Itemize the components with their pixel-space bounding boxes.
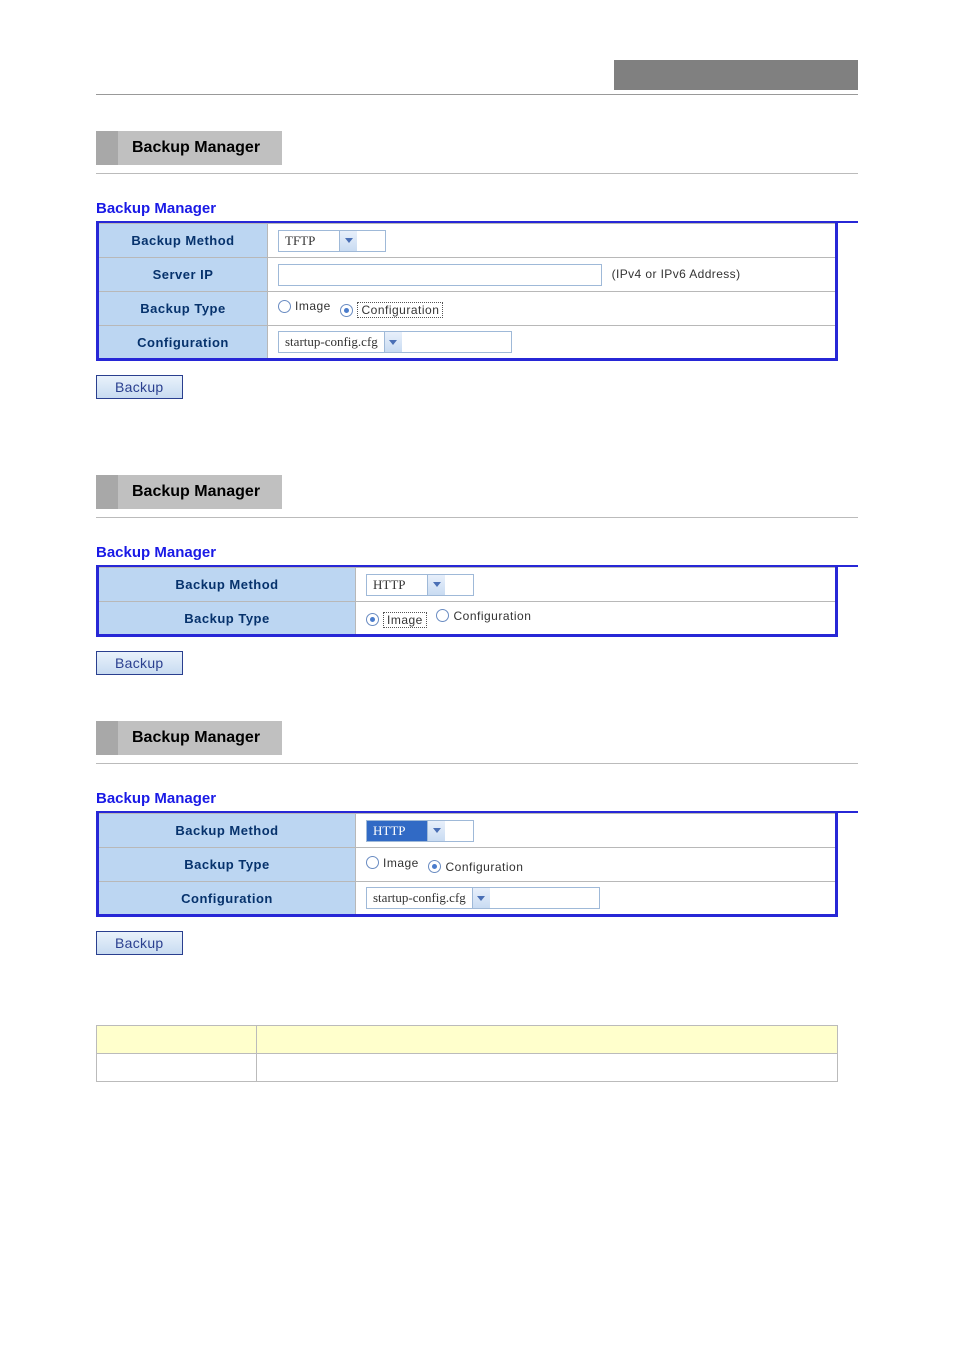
backup-method-select[interactable]: HTTP [366, 820, 474, 842]
radio-image[interactable]: Image [366, 856, 419, 870]
radio-unchecked-icon [278, 300, 291, 313]
radio-configuration[interactable]: Configuration [428, 860, 523, 874]
section-title: Backup Manager [96, 544, 858, 561]
panel-tab: Backup Manager [96, 475, 282, 509]
panel-divider [96, 517, 858, 518]
spec-body-cell [97, 1054, 257, 1082]
server-ip-input[interactable] [278, 264, 602, 286]
radio-image[interactable]: Image [278, 299, 331, 313]
chevron-down-icon[interactable] [427, 575, 445, 595]
radio-image-label: Image [383, 856, 419, 870]
backup-method-value: HTTP [367, 821, 427, 841]
spec-header-cell [97, 1026, 257, 1054]
label-configuration: Configuration [98, 326, 268, 360]
label-backup-method: Backup Method [98, 568, 356, 602]
panel-divider [96, 763, 858, 764]
backup-form-table: Backup Method TFTP Server IP (IPv4 or IP… [96, 223, 838, 361]
backup-manager-panel-http-image: Backup Manager Backup Manager Backup Met… [96, 469, 858, 675]
backup-method-value: HTTP [367, 575, 427, 595]
backup-manager-panel-tftp: Backup Manager Backup Manager Backup Met… [96, 125, 858, 399]
radio-checked-icon [340, 304, 353, 317]
radio-image-label: Image [295, 299, 331, 313]
panel-divider [96, 173, 858, 174]
radio-unchecked-icon [436, 609, 449, 622]
server-ip-hint: (IPv4 or IPv6 Address) [612, 267, 741, 281]
backup-method-select[interactable]: TFTP [278, 230, 386, 252]
chevron-down-icon[interactable] [472, 888, 490, 908]
chevron-down-icon[interactable] [339, 231, 357, 251]
configuration-select[interactable]: startup-config.cfg [278, 331, 512, 353]
label-server-ip: Server IP [98, 258, 268, 292]
label-configuration: Configuration [98, 882, 356, 916]
panel-tab: Backup Manager [96, 721, 282, 755]
radio-checked-icon [428, 860, 441, 873]
section-title: Backup Manager [96, 790, 858, 807]
radio-configuration-label: Configuration [445, 860, 523, 874]
radio-configuration-label: Configuration [357, 302, 443, 318]
label-backup-type: Backup Type [98, 292, 268, 326]
chevron-down-icon[interactable] [384, 332, 402, 352]
label-backup-type: Backup Type [98, 602, 356, 636]
radio-image[interactable]: Image [366, 612, 427, 628]
label-backup-method: Backup Method [98, 814, 356, 848]
radio-image-label: Image [383, 612, 427, 628]
backup-form-table: Backup Method HTTP Backup Type Image [96, 567, 838, 637]
configuration-value: startup-config.cfg [367, 888, 472, 908]
label-backup-type: Backup Type [98, 848, 356, 882]
section-title: Backup Manager [96, 200, 858, 217]
configuration-select[interactable]: startup-config.cfg [366, 887, 600, 909]
radio-checked-icon [366, 613, 379, 626]
radio-configuration-label: Configuration [453, 609, 531, 623]
backup-manager-panel-http-config: Backup Manager Backup Manager Backup Met… [96, 715, 858, 955]
backup-button[interactable]: Backup [96, 931, 183, 955]
radio-configuration[interactable]: Configuration [340, 302, 443, 318]
radio-configuration[interactable]: Configuration [436, 609, 531, 623]
spec-header-cell [257, 1026, 838, 1054]
header-gray-bar [614, 60, 858, 90]
label-backup-method: Backup Method [98, 224, 268, 258]
radio-unchecked-icon [366, 856, 379, 869]
spec-table [96, 1025, 838, 1082]
backup-form-table: Backup Method HTTP Backup Type Image [96, 813, 838, 917]
spec-body-cell [257, 1054, 838, 1082]
configuration-value: startup-config.cfg [279, 332, 384, 352]
panel-tab: Backup Manager [96, 131, 282, 165]
chevron-down-icon[interactable] [427, 821, 445, 841]
backup-method-select[interactable]: HTTP [366, 574, 474, 596]
backup-method-value: TFTP [279, 231, 339, 251]
backup-button[interactable]: Backup [96, 651, 183, 675]
backup-button[interactable]: Backup [96, 375, 183, 399]
